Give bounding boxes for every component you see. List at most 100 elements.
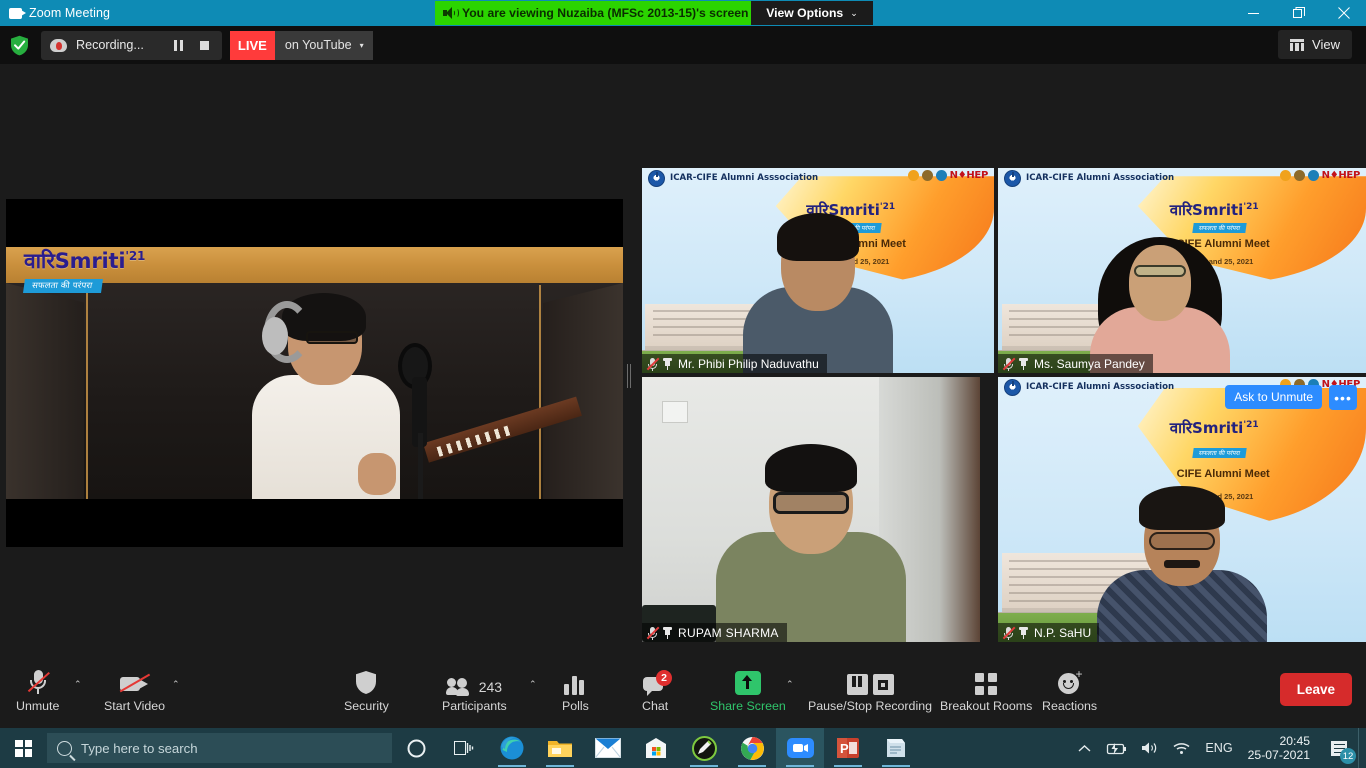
task-view-icon[interactable] (440, 728, 488, 768)
live-platform-button[interactable]: on YouTube ▾ (275, 31, 373, 60)
share-screen-button[interactable]: Share Screen (710, 661, 786, 723)
share-banner-text: You are viewing Nuzaiba (MFSc 2013-15)'s… (462, 6, 748, 20)
audio-options-caret[interactable]: ⌃ (74, 679, 82, 690)
participant-name: N.P. SaHU (1034, 626, 1091, 640)
pause-icon[interactable] (847, 674, 868, 695)
view-options-label: View Options (766, 6, 843, 20)
reactions-button[interactable]: + Reactions (1042, 661, 1097, 723)
event-watermark: वारिSmriti'21 सफलता की परंपरा (24, 247, 145, 293)
more-options-button[interactable]: ••• (1329, 385, 1357, 410)
file-explorer-icon[interactable] (536, 728, 584, 768)
ribbon-event-title: वारिSmriti (1170, 419, 1244, 437)
ribbon-subtitle: CIFE Alumni Meet (1177, 468, 1270, 480)
battery-charging-icon[interactable] (1098, 742, 1134, 755)
start-video-button[interactable]: Start Video (104, 661, 165, 723)
unmute-button[interactable]: Unmute (16, 661, 59, 723)
clock[interactable]: 20:45 25-07-2021 (1240, 734, 1320, 762)
polls-button[interactable]: Polls (562, 661, 589, 723)
singer-hand (358, 453, 396, 495)
svg-text:P: P (840, 741, 849, 756)
panel-drag-handle[interactable] (627, 364, 631, 388)
video-tile-phibi-philip-naduvathu[interactable]: वारिSmriti'21 सफलता की परंपरा CIFE Alumn… (642, 168, 994, 373)
participant-hair (765, 444, 857, 492)
stop-recording-button[interactable] (192, 31, 218, 60)
zoom-icon[interactable] (776, 728, 824, 768)
search-input[interactable]: Type here to search (47, 733, 392, 763)
start-video-label: Start Video (104, 699, 165, 713)
participant-hair (777, 213, 859, 261)
singer-glasses (306, 331, 358, 344)
participants-button[interactable]: 243 Participants (442, 661, 507, 723)
video-options-caret[interactable]: ⌃ (172, 679, 180, 690)
pin-icon (1018, 626, 1029, 640)
powerpoint-icon[interactable]: P (824, 728, 872, 768)
ribbon-event-sup: '21 (1243, 420, 1258, 430)
ribbon-tagline: सफलता की परंपरा (1192, 223, 1246, 233)
meeting-controls-toolbar: Unmute ⌃ Start Video ⌃ Security 243 Part… (0, 655, 1366, 728)
microphone-muted-icon (1002, 357, 1015, 371)
org-name: ICAR-CIFE Alumni Asssociation (1026, 382, 1174, 392)
volume-icon[interactable] (1134, 741, 1166, 755)
icar-cife-logo-icon (1004, 170, 1021, 187)
video-tile-rupam-sharma[interactable]: RUPAM SHARMA (642, 377, 980, 642)
cloud-record-icon (50, 39, 67, 52)
search-icon (57, 741, 72, 756)
wifi-icon[interactable] (1166, 741, 1198, 755)
stop-icon[interactable] (873, 674, 894, 695)
whatsapp-pen-icon[interactable] (680, 728, 728, 768)
speaker-icon (443, 7, 456, 19)
security-button[interactable]: Security (344, 661, 389, 723)
close-button[interactable] (1321, 0, 1366, 26)
pause-stop-recording-button[interactable]: Pause/Stop Recording (808, 661, 932, 723)
video-tile-saumya-pandey[interactable]: वारिSmriti'21 सफलता की परंपरा CIFE Alumn… (998, 168, 1366, 373)
search-placeholder: Type here to search (81, 741, 198, 756)
chat-label: Chat (642, 699, 668, 713)
ribbon-tagline: सफलता की परंपरा (1192, 448, 1246, 458)
microsoft-store-icon[interactable] (632, 728, 680, 768)
restore-button[interactable] (1276, 0, 1321, 26)
video-tile-np-sahu[interactable]: वारिSmriti'21 सफलता की परंपरा CIFE Alumn… (998, 377, 1366, 642)
participant-glasses (773, 492, 849, 514)
view-options-button[interactable]: View Options ⌄ (751, 1, 873, 25)
chat-button[interactable]: 2 Chat (642, 661, 668, 723)
participants-caret[interactable]: ⌃ (529, 679, 537, 690)
microsoft-edge-icon[interactable] (488, 728, 536, 768)
ribbon-event-sup: '21 (880, 202, 895, 212)
participant-name-bar: Ms. Saumya Pandey (998, 354, 1153, 373)
language-indicator[interactable]: ENG (1198, 741, 1239, 755)
pause-recording-button[interactable] (166, 31, 192, 60)
google-chrome-icon[interactable] (728, 728, 776, 768)
cortana-circle-icon[interactable] (392, 728, 440, 768)
breakout-rooms-button[interactable]: Breakout Rooms (940, 661, 1032, 723)
notepad-icon[interactable] (872, 728, 920, 768)
action-center-icon[interactable]: 12 (1320, 728, 1358, 768)
leave-button[interactable]: Leave (1280, 673, 1352, 706)
microphone-stand (418, 433, 423, 499)
breakout-rooms-label: Breakout Rooms (940, 699, 1032, 713)
polls-label: Polls (562, 699, 589, 713)
participant-name: RUPAM SHARMA (678, 626, 779, 640)
windows-start-icon[interactable] (0, 728, 47, 768)
live-stream-status: LIVE on YouTube ▾ (230, 31, 373, 60)
chevron-up-icon[interactable] (1071, 744, 1098, 753)
security-shield-icon[interactable] (10, 35, 29, 56)
unmute-label: Unmute (16, 699, 59, 713)
participant-name: Ms. Saumya Pandey (1034, 357, 1145, 371)
ask-to-unmute-button[interactable]: Ask to Unmute (1225, 385, 1322, 409)
share-options-caret[interactable]: ⌃ (786, 679, 794, 690)
shared-screen-content[interactable]: वारिSmriti'21 सफलता की परंपरा (6, 199, 623, 547)
ribbon-event-sup: '21 (1243, 202, 1258, 212)
nahep-logo: N♦HEP (908, 170, 988, 181)
minimize-button[interactable] (1231, 0, 1276, 26)
show-desktop-button[interactable] (1358, 728, 1366, 768)
participant-name: Mr. Phibi Philip Naduvathu (678, 357, 819, 371)
windows-taskbar: Type here to search (0, 728, 1366, 768)
window-title: Zoom Meeting (29, 6, 110, 20)
view-layout-button[interactable]: View (1278, 30, 1352, 59)
headphone-cup (262, 317, 288, 355)
wall-switch (662, 401, 688, 423)
mail-icon[interactable] (584, 728, 632, 768)
chat-unread-badge: 2 (656, 670, 672, 686)
participant-name-bar: RUPAM SHARMA (642, 623, 787, 642)
recording-label: Recording... (76, 38, 144, 52)
